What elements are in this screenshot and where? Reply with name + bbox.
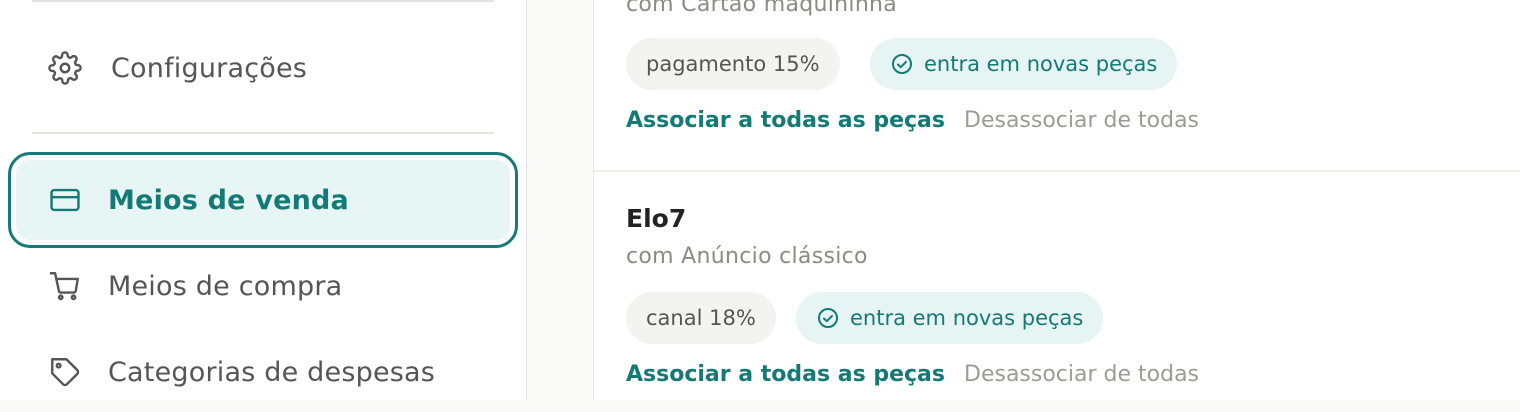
sidebar-item-meios-de-venda[interactable]: Meios de venda <box>8 152 518 248</box>
sidebar-item-label: Meios de venda <box>108 184 349 216</box>
dissociate-all-link[interactable]: Desassociar de todas <box>964 362 1199 387</box>
sidebar-item-label: Categorias de despesas <box>108 356 436 388</box>
card-title: Elo7 <box>626 204 687 233</box>
sidebar-item-meios-de-compra[interactable]: Meios de compra <box>16 246 510 326</box>
fee-badge: pagamento 15% <box>626 38 840 90</box>
sidebar-item-label: Configurações <box>111 52 308 84</box>
status-badge-label: entra em novas peças <box>924 52 1158 76</box>
fee-badge: canal 18% <box>626 292 776 344</box>
tag-icon <box>48 355 82 389</box>
status-badge: entra em novas peças <box>796 292 1104 344</box>
card-separator <box>594 170 1520 172</box>
sidebar-item-label: Meios de compra <box>108 270 343 302</box>
sidebar: Configurações Meios de venda Meios de co… <box>0 0 527 400</box>
sidebar-divider <box>32 0 494 2</box>
status-badge: entra em novas peças <box>870 38 1178 90</box>
main-content: com Cartão maquininha pagamento 15% entr… <box>527 0 1520 400</box>
check-circle-icon <box>890 52 914 76</box>
associate-all-link[interactable]: Associar a todas as peças <box>626 108 945 133</box>
associate-all-link[interactable]: Associar a todas as peças <box>626 362 945 387</box>
card-subtitle: com Anúncio clássico <box>626 244 868 269</box>
dissociate-all-link[interactable]: Desassociar de todas <box>964 108 1199 133</box>
sidebar-item-configuracoes[interactable]: Configurações <box>16 28 510 108</box>
sidebar-item-categorias-de-despesas[interactable]: Categorias de despesas <box>16 332 510 412</box>
sales-channels-list: com Cartão maquininha pagamento 15% entr… <box>593 0 1520 400</box>
shopping-cart-icon <box>48 269 82 303</box>
check-circle-icon <box>816 306 840 330</box>
credit-card-icon <box>48 183 82 217</box>
gear-icon <box>48 51 82 85</box>
sidebar-divider <box>32 132 494 134</box>
status-badge-label: entra em novas peças <box>850 306 1084 330</box>
card-subtitle: com Cartão maquininha <box>626 0 898 17</box>
